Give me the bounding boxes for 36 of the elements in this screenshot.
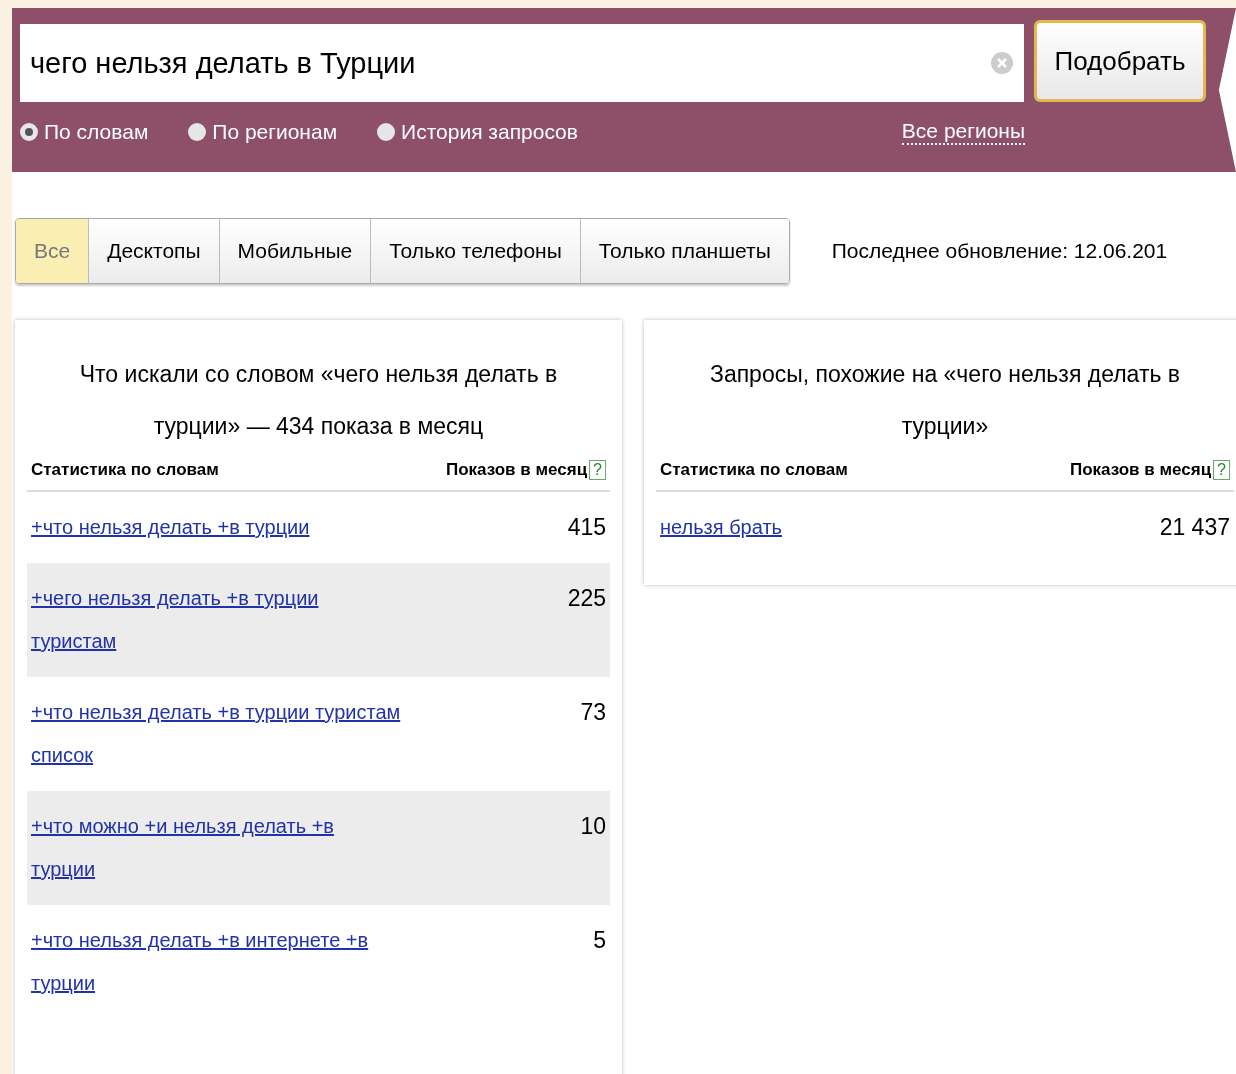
last-update-text: Последнее обновление: 12.06.201 xyxy=(831,239,1168,263)
count-cell-text: 225 xyxy=(567,584,606,613)
radio-label[interactable]: История запросов xyxy=(401,120,578,144)
help-icon[interactable]: ? xyxy=(1213,460,1230,480)
count-cell-text: 10 xyxy=(580,812,606,841)
column-header: Статистика по словам xyxy=(660,460,848,480)
count-cell-text: 415 xyxy=(567,513,606,542)
device-tab[interactable]: Только планшеты xyxy=(579,219,789,283)
phrase-link[interactable]: нельзя брать xyxy=(660,506,782,549)
count-cell-text: 5 xyxy=(593,926,606,955)
help-icon[interactable]: ? xyxy=(589,460,606,480)
panel-title: Запросы, похожие на «чего нельзя делать в турции» xyxy=(709,360,1181,441)
search-field[interactable]: чего нельзя делать в Турции xyxy=(20,24,1024,102)
phrase-link[interactable]: +что можно +и нельзя делать +в турции xyxy=(31,805,401,891)
column-header: Показов в месяц xyxy=(445,460,588,480)
radio-button[interactable] xyxy=(188,123,207,141)
radio-button[interactable] xyxy=(20,123,38,141)
region-link[interactable]: Все регионы xyxy=(901,119,1025,145)
panel-title: Что искали со словом «чего нельзя делать в турции» — 434 показа в месяц xyxy=(78,360,559,441)
device-tab[interactable]: Все xyxy=(16,219,89,283)
radio-button[interactable] xyxy=(377,123,396,141)
search-button[interactable]: Подобрать xyxy=(1034,20,1206,102)
device-tab[interactable]: Десктопы xyxy=(88,219,219,283)
device-tab[interactable]: Только телефоны xyxy=(370,219,580,283)
search-input[interactable]: чего нельзя делать в Турции xyxy=(30,46,990,80)
phrase-link[interactable]: +чего нельзя делать +в турции туристам xyxy=(31,577,401,663)
phrase-link[interactable]: +что нельзя делать +в интернете +в турции xyxy=(31,919,401,1005)
count-cell-text: 21 437 xyxy=(1159,513,1230,542)
radio-label[interactable]: По регионам xyxy=(212,120,338,144)
phrase-link[interactable]: +что нельзя делать +в турции туристам список xyxy=(31,691,401,777)
phrase-link[interactable]: +что нельзя делать +в турции xyxy=(31,506,310,549)
column-header: Статистика по словам xyxy=(31,460,219,480)
column-header: Показов в месяц xyxy=(1069,460,1212,480)
radio-label[interactable]: По словам xyxy=(44,120,149,144)
count-cell-text: 73 xyxy=(580,698,606,727)
device-tab[interactable]: Мобильные xyxy=(218,219,371,283)
